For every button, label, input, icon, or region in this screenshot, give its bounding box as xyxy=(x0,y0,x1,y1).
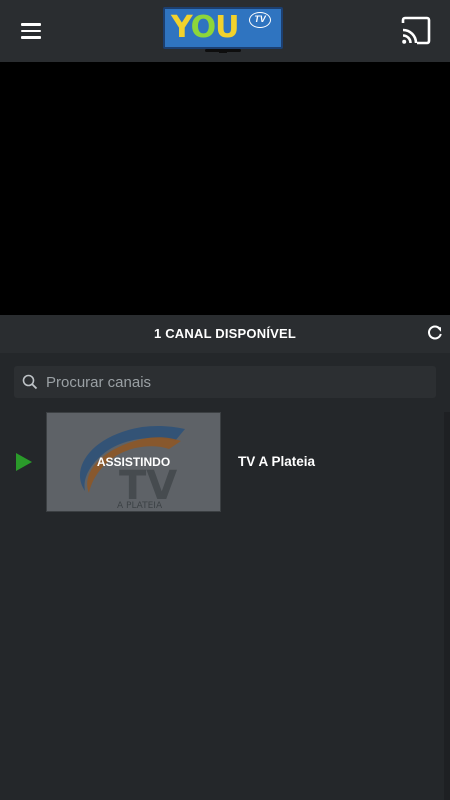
refresh-icon xyxy=(428,325,442,340)
cast-button[interactable] xyxy=(398,14,434,48)
hamburger-icon-bar xyxy=(21,29,41,33)
logo-tv-stand-foot xyxy=(219,51,227,53)
hamburger-menu-button[interactable] xyxy=(14,15,48,47)
channel-list-scrollbar[interactable] xyxy=(444,412,450,800)
top-app-bar: YOU TV xyxy=(0,0,450,62)
cast-icon xyxy=(401,16,431,45)
search-bar xyxy=(14,366,436,398)
logo-tv-badge: TV xyxy=(249,12,271,28)
app-logo: YOU TV xyxy=(163,7,283,53)
channel-thumbnail[interactable]: TV A PLATEIA ASSISTINDO xyxy=(46,412,221,512)
channel-name: TV A Plateia xyxy=(238,454,316,469)
video-player[interactable] xyxy=(0,62,450,315)
hamburger-icon-bar xyxy=(21,36,41,39)
play-icon xyxy=(16,453,32,471)
logo-wordmark: YOU xyxy=(171,10,240,45)
refresh-button[interactable] xyxy=(426,324,444,342)
hamburger-icon-bar xyxy=(21,23,41,26)
watching-badge: ASSISTINDO xyxy=(96,455,171,469)
search-channels-input[interactable] xyxy=(46,366,426,398)
channel-count-label: 1 CANAL DISPONÍVEL xyxy=(153,326,297,341)
channel-list-item[interactable]: TV A PLATEIA ASSISTINDO TV A Plateia xyxy=(0,412,440,512)
channel-list-header: 1 CANAL DISPONÍVEL xyxy=(0,315,450,353)
search-icon xyxy=(22,374,38,390)
